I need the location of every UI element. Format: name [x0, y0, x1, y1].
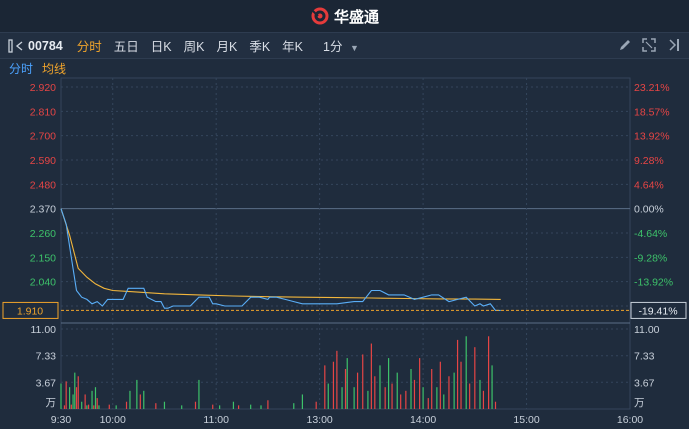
x-tick-label: 11:00	[203, 414, 229, 426]
x-tick-label: 10:00	[100, 414, 126, 426]
chart-frame	[60, 77, 631, 410]
volume-unit-left: 万	[46, 397, 57, 409]
x-tick-label: 15:00	[513, 414, 539, 426]
y-right-tick-label: 9.28%	[634, 155, 664, 167]
volume-tick-right: 7.33	[634, 351, 655, 363]
x-tick-label: 14:00	[410, 414, 436, 426]
average-price-line	[60, 208, 501, 300]
y-right-tick-label: -9.28%	[634, 252, 667, 264]
y-right-tick-label: 0.00%	[634, 204, 664, 216]
volume-tick-right: 3.67	[634, 377, 655, 389]
y-right-tick-label: 13.92%	[634, 131, 670, 143]
y-left-tick-label: 2.590	[30, 155, 56, 167]
volume-tick-right: 11.00	[634, 324, 660, 336]
volume-unit-right: 万	[634, 397, 645, 409]
x-tick-label: 9:30	[51, 414, 72, 426]
intraday-chart[interactable]: 2.920 23.21% 2.810 18.57% 2.700 13.92% 2.590 9.…	[0, 0, 689, 429]
y-left-tick-label: 2.150	[30, 252, 56, 264]
x-tick-label: 13:00	[306, 414, 332, 426]
current-pct-label: -19.41%	[638, 305, 677, 317]
y-left-tick-label: 2.260	[30, 228, 56, 240]
y-left-tick-label: 2.810	[30, 106, 56, 118]
x-tick-label: 16:00	[617, 414, 643, 426]
y-right-tick-label: 23.21%	[634, 82, 670, 94]
y-left-tick-label: 2.920	[30, 82, 56, 94]
volume-tick-left: 7.33	[36, 351, 57, 363]
y-right-tick-label: -13.92%	[634, 277, 673, 289]
current-price-label: 1.910	[17, 305, 43, 317]
y-right-tick-label: -4.64%	[634, 228, 667, 240]
volume-tick-left: 3.67	[36, 377, 57, 389]
volume-tick-left: 11.00	[31, 324, 57, 336]
y-left-tick-label: 2.040	[30, 277, 56, 289]
y-right-tick-label: 4.64%	[634, 179, 664, 191]
y-left-tick-label: 2.370	[30, 204, 56, 216]
y-right-tick-label: 18.57%	[634, 106, 670, 118]
y-left-tick-label: 2.480	[30, 179, 56, 191]
minute-price-line	[60, 208, 501, 311]
y-left-tick-label: 2.700	[30, 131, 56, 143]
